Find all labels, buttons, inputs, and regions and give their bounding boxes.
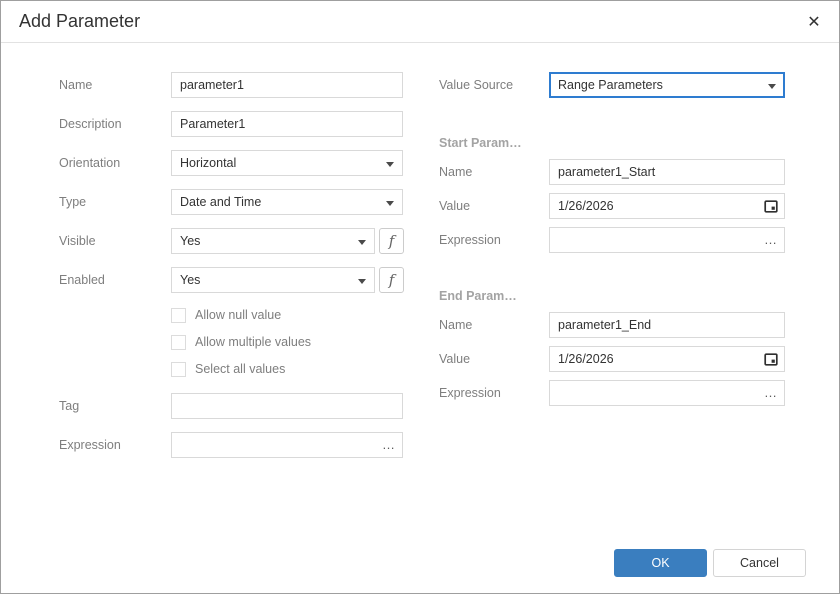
calendar-icon	[764, 353, 778, 366]
expression-label: Expression	[59, 438, 121, 452]
orientation-label: Orientation	[59, 156, 121, 170]
enabled-label: Enabled	[59, 273, 105, 287]
dialog-title: Add Parameter	[19, 11, 141, 31]
description-input[interactable]	[171, 111, 403, 137]
end-expression-field: …	[549, 380, 785, 406]
close-icon[interactable]: ✕	[803, 11, 825, 33]
dialog-header: Add Parameter ✕	[1, 1, 839, 43]
start-name-label: Name	[439, 165, 473, 179]
end-name-row: Name	[439, 312, 785, 338]
start-expression-row: Expression …	[439, 227, 785, 253]
name-row: Name	[59, 72, 405, 98]
start-expression-field: …	[549, 227, 785, 253]
select-all-values-row: Select all values	[171, 361, 405, 377]
end-expression-label: Expression	[439, 386, 501, 400]
expression-field: …	[171, 432, 403, 458]
expression-input[interactable]	[171, 432, 403, 458]
end-expression-row: Expression …	[439, 380, 785, 406]
value-source-value: Range Parameters	[558, 78, 663, 92]
chevron-down-icon	[386, 201, 394, 206]
cancel-button[interactable]: Cancel	[713, 549, 806, 577]
start-param-section-header: Start Param…	[439, 136, 522, 150]
visible-row: Visible Yes f	[59, 228, 405, 254]
start-value-label: Value	[439, 199, 471, 213]
end-name-label: Name	[439, 318, 473, 332]
ellipsis-icon: …	[382, 437, 396, 452]
start-value-input[interactable]	[549, 193, 785, 219]
expression-row: Expression …	[59, 432, 405, 458]
expression-ellipsis-button[interactable]: …	[376, 433, 402, 457]
end-expression-input[interactable]	[549, 380, 785, 406]
select-all-values-checkbox[interactable]	[171, 361, 186, 377]
calendar-icon	[764, 200, 778, 213]
ellipsis-icon: …	[764, 232, 778, 247]
start-name-input[interactable]	[549, 159, 785, 185]
name-label: Name	[59, 78, 93, 92]
value-source-label: Value Source	[439, 78, 514, 92]
end-value-input[interactable]	[549, 346, 785, 372]
value-source-row: Value Source Range Parameters	[439, 72, 785, 98]
right-column: Value Source Range Parameters Start Para…	[439, 72, 785, 414]
type-value: Date and Time	[180, 195, 262, 209]
start-expression-ellipsis-button[interactable]: …	[758, 228, 784, 252]
tag-input[interactable]	[171, 393, 403, 419]
allow-null-value-row: Allow null value	[171, 307, 405, 323]
allow-multiple-values-checkbox[interactable]	[171, 334, 186, 350]
start-name-row: Name	[439, 159, 785, 185]
dialog-footer: OK Cancel	[614, 549, 806, 577]
enabled-value: Yes	[180, 273, 201, 287]
description-row: Description	[59, 111, 405, 137]
chevron-down-icon	[386, 162, 394, 167]
visible-dropdown[interactable]: Yes	[171, 228, 375, 254]
orientation-row: Orientation Horizontal	[59, 150, 405, 176]
visible-value: Yes	[180, 234, 201, 248]
allow-null-value-label: Allow null value	[195, 308, 282, 322]
start-value-row: Value	[439, 193, 785, 219]
allow-multiple-values-row: Allow multiple values	[171, 334, 405, 350]
chevron-down-icon	[358, 240, 366, 245]
name-input[interactable]	[171, 72, 403, 98]
tag-label: Tag	[59, 399, 80, 413]
start-value-calendar-button[interactable]	[758, 194, 784, 218]
ellipsis-icon: …	[764, 385, 778, 400]
orientation-value: Horizontal	[180, 156, 237, 170]
tag-row: Tag	[59, 393, 405, 419]
end-value-row: Value	[439, 346, 785, 372]
type-row: Type Date and Time	[59, 189, 405, 215]
start-expression-input[interactable]	[549, 227, 785, 253]
value-source-dropdown[interactable]: Range Parameters	[549, 72, 785, 98]
start-expression-label: Expression	[439, 233, 501, 247]
ok-button[interactable]: OK	[614, 549, 707, 577]
end-value-calendar-button[interactable]	[758, 347, 784, 371]
type-label: Type	[59, 195, 87, 209]
visible-expression-fx-button[interactable]: f	[379, 228, 404, 254]
enabled-row: Enabled Yes f	[59, 267, 405, 293]
checkbox-group: Allow null value Allow multiple values S…	[59, 307, 405, 377]
enabled-dropdown[interactable]: Yes	[171, 267, 375, 293]
end-value-label: Value	[439, 352, 471, 366]
enabled-expression-fx-button[interactable]: f	[379, 267, 404, 293]
end-param-section-header: End Param…	[439, 289, 517, 303]
left-column: Name Description Orientation Horizontal …	[59, 72, 405, 471]
start-value-field	[549, 193, 785, 219]
add-parameter-dialog: Add Parameter ✕ Name Description Orienta…	[0, 0, 840, 594]
visible-label: Visible	[59, 234, 96, 248]
end-value-field	[549, 346, 785, 372]
orientation-dropdown[interactable]: Horizontal	[171, 150, 403, 176]
chevron-down-icon	[358, 279, 366, 284]
end-name-input[interactable]	[549, 312, 785, 338]
allow-null-value-checkbox[interactable]	[171, 307, 186, 323]
chevron-down-icon	[768, 84, 776, 89]
description-label: Description	[59, 117, 122, 131]
select-all-values-label: Select all values	[195, 362, 286, 376]
end-expression-ellipsis-button[interactable]: …	[758, 381, 784, 405]
allow-multiple-values-label: Allow multiple values	[195, 335, 312, 349]
type-dropdown[interactable]: Date and Time	[171, 189, 403, 215]
